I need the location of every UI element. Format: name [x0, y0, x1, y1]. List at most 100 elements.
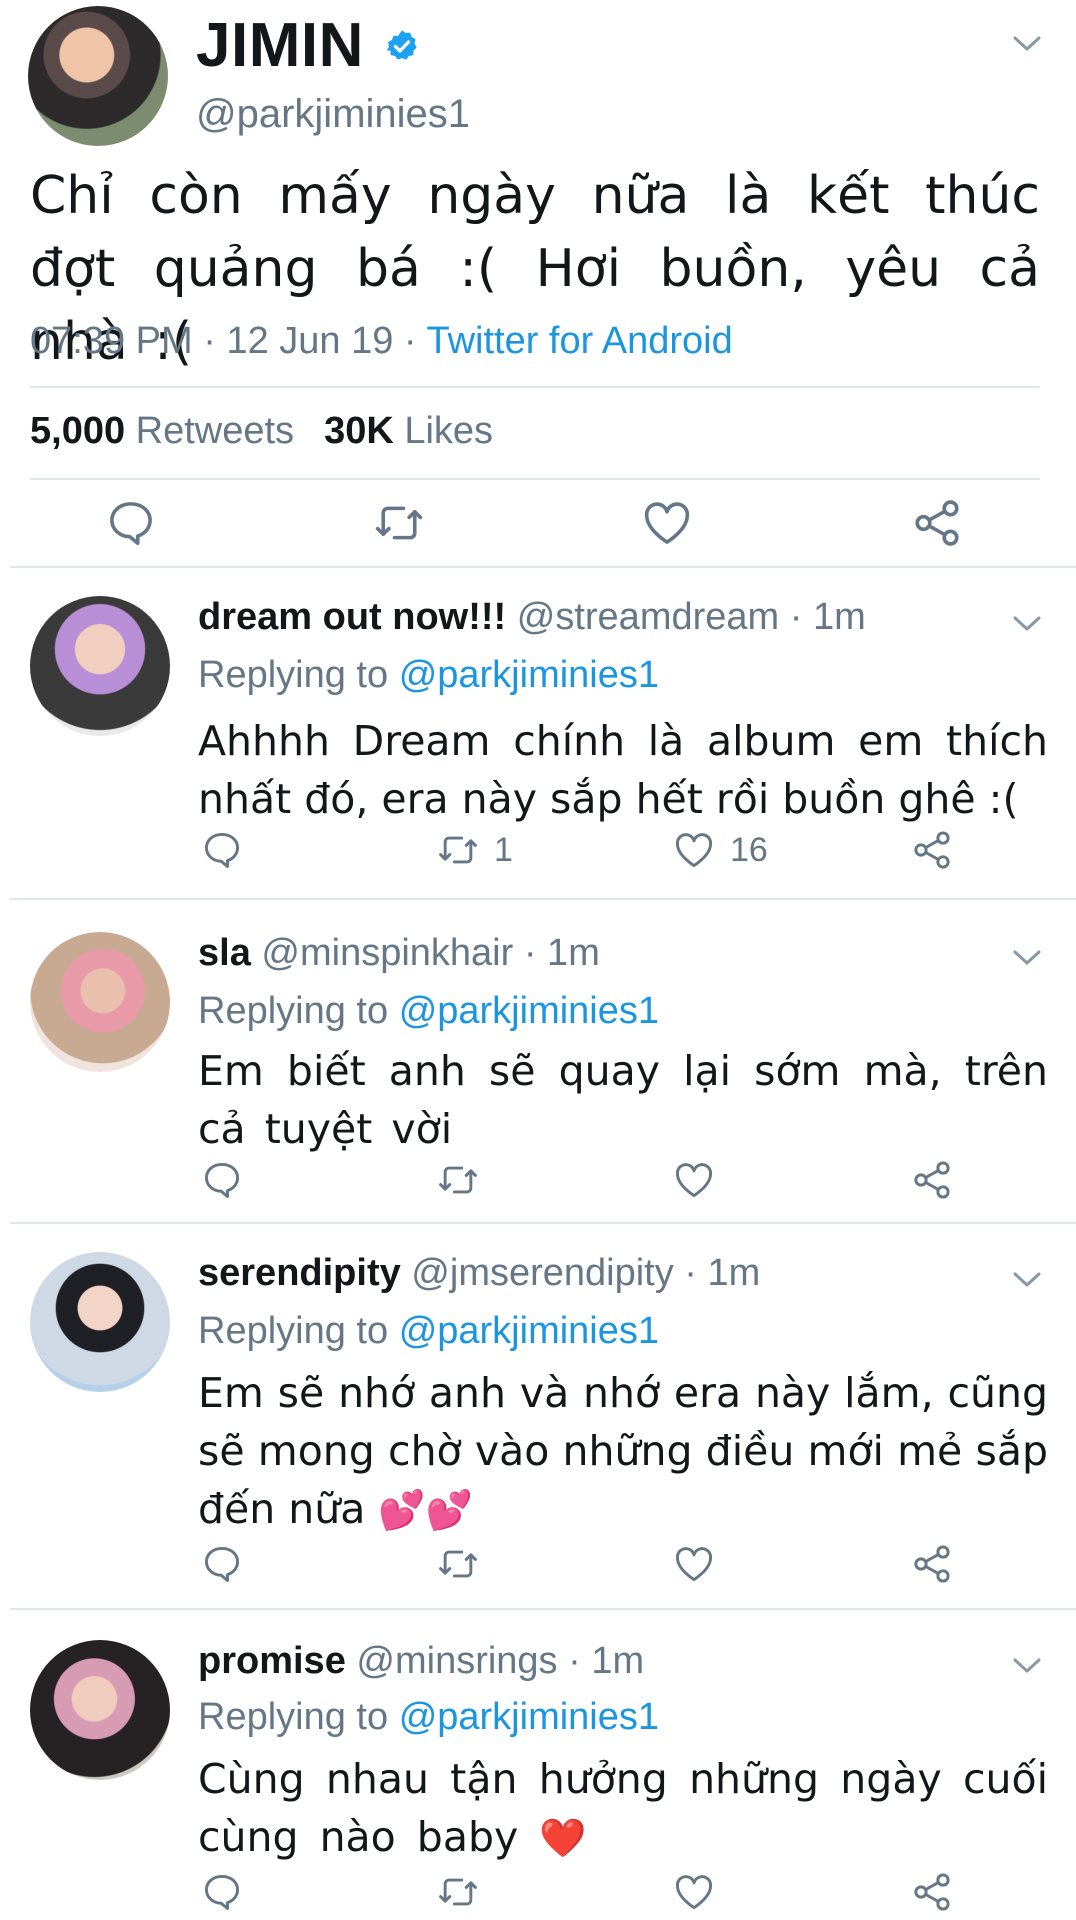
- avatar[interactable]: [30, 1252, 170, 1392]
- reply-author-handle[interactable]: @minsrings: [356, 1640, 557, 1682]
- reply-actions: [198, 1158, 1058, 1208]
- reply-button[interactable]: [200, 828, 244, 872]
- reply-time: · 1m: [684, 1252, 761, 1294]
- reply-time: · 1m: [523, 932, 600, 974]
- tweet-stats: 5,000 Retweets 30K Likes: [30, 410, 493, 453]
- likes-label: Likes: [404, 410, 494, 452]
- likes-count: 30K: [324, 410, 394, 452]
- tweet-source-link[interactable]: Twitter for Android: [426, 320, 732, 362]
- share-button[interactable]: [910, 1870, 954, 1914]
- share-button[interactable]: [910, 1542, 954, 1586]
- avatar[interactable]: [30, 1640, 170, 1780]
- reply-author-name[interactable]: dream out now!!!: [198, 596, 506, 638]
- reply-author-handle[interactable]: @jmserendipity: [411, 1252, 673, 1294]
- reply-header: promise @minsrings · 1m: [198, 1640, 644, 1683]
- reply-tweet[interactable]: promise @minsrings · 1m Replying to @par…: [0, 1626, 1076, 1920]
- replying-to-label: Replying to: [198, 990, 389, 1032]
- retweets-count: 5,000: [30, 410, 126, 452]
- replying-to: Replying to @parkjiminies1: [198, 1696, 659, 1739]
- reply-author-handle[interactable]: @streamdream: [517, 596, 779, 638]
- divider: [30, 386, 1040, 388]
- reply-icon: [204, 1874, 240, 1910]
- retweet-icon: [439, 1166, 477, 1194]
- reply-text-body: Cùng nhau tận hưởng những ngày cuối cùng…: [198, 1755, 1048, 1861]
- reply-author-name[interactable]: promise: [198, 1640, 346, 1682]
- retweets-stat[interactable]: 5,000 Retweets: [30, 410, 294, 452]
- retweet-button[interactable]: [436, 1158, 494, 1202]
- replying-to-label: Replying to: [198, 1696, 389, 1738]
- retweet-icon: [439, 836, 477, 864]
- retweet-count: 1: [494, 830, 513, 869]
- reply-tweet[interactable]: serendipity @jmserendipity · 1m Replying…: [0, 1240, 1076, 1600]
- heart-emoji: 💕💕: [378, 1488, 474, 1532]
- reply-actions: [198, 1542, 1058, 1592]
- reply-icon: [204, 1546, 240, 1582]
- retweet-button[interactable]: [436, 1542, 494, 1586]
- share-icon: [914, 1545, 950, 1583]
- chevron-down-icon[interactable]: [1012, 1270, 1042, 1290]
- reply-tweet[interactable]: sla @minspinkhair · 1m Replying to @park…: [0, 918, 1076, 1218]
- reply-button[interactable]: [200, 1870, 244, 1914]
- chevron-down-icon[interactable]: [1012, 34, 1042, 54]
- reply-tweet[interactable]: dream out now!!! @streamdream · 1m Reply…: [0, 586, 1076, 896]
- share-button[interactable]: [910, 1158, 954, 1202]
- chevron-down-icon[interactable]: [1012, 614, 1042, 634]
- like-button[interactable]: [672, 1870, 730, 1914]
- replying-to: Replying to @parkjiminies1: [198, 990, 659, 1033]
- reply-text: Ahhhh Dream chính là album em thích nhất…: [198, 717, 1048, 823]
- divider: [10, 1222, 1076, 1224]
- reply-icon: [204, 1162, 240, 1198]
- chevron-down-icon[interactable]: [1012, 948, 1042, 968]
- reply-actions: [198, 1870, 1058, 1920]
- tweet-time: 07:39 PM: [30, 320, 193, 362]
- tweet-author-name[interactable]: JIMIN: [196, 10, 364, 81]
- retweet-button[interactable]: 1: [436, 828, 513, 872]
- replying-to-mention[interactable]: @parkjiminies1: [399, 654, 659, 696]
- heart-emoji: ❤️: [539, 1816, 587, 1860]
- like-icon: [676, 1875, 712, 1910]
- replying-to-mention[interactable]: @parkjiminies1: [399, 1310, 659, 1352]
- avatar[interactable]: [30, 932, 170, 1072]
- reply-text: Em sẽ nhớ anh và nhớ era này lắm, cũng s…: [198, 1364, 1048, 1539]
- avatar[interactable]: [28, 6, 168, 146]
- reply-text: Em biết anh sẽ quay lại sớm mà, trên cả …: [198, 1047, 1048, 1153]
- main-tweet-actions: [0, 490, 1076, 560]
- verified-badge-icon: [386, 30, 417, 60]
- reply-author-name[interactable]: serendipity: [198, 1252, 401, 1294]
- avatar[interactable]: [30, 596, 170, 736]
- tweet-metadata: 07:39 PM · 12 Jun 19 · Twitter for Andro…: [30, 320, 733, 363]
- tweet-thread: JIMIN @parkjiminies1 Chỉ còn mấy ngày nữ…: [0, 0, 1076, 1920]
- reply-author-handle[interactable]: @minspinkhair: [261, 932, 513, 974]
- reply-button[interactable]: [200, 1158, 244, 1202]
- divider: [10, 1608, 1076, 1610]
- reply-author-name[interactable]: sla: [198, 932, 251, 974]
- retweet-icon: [439, 1878, 477, 1906]
- like-button[interactable]: 16: [672, 828, 768, 872]
- meta-separator: ·: [192, 320, 227, 362]
- likes-stat[interactable]: 30K Likes: [324, 410, 493, 452]
- like-icon[interactable]: [640, 496, 694, 550]
- meta-separator: ·: [393, 320, 427, 362]
- replying-to-mention[interactable]: @parkjiminies1: [399, 1696, 659, 1738]
- chevron-down-icon[interactable]: [1012, 1656, 1042, 1676]
- divider: [10, 898, 1076, 900]
- like-button[interactable]: [672, 1158, 730, 1202]
- reply-header: dream out now!!! @streamdream · 1m: [198, 596, 866, 639]
- retweet-button[interactable]: [436, 1870, 494, 1914]
- share-icon: [914, 831, 950, 869]
- like-icon: [676, 1163, 712, 1198]
- reply-text-body: Em sẽ nhớ anh và nhớ era này lắm, cũng s…: [198, 1369, 1048, 1533]
- reply-header: sla @minspinkhair · 1m: [198, 932, 600, 975]
- like-icon: [676, 1547, 712, 1582]
- reply-actions: 1 16: [198, 828, 1058, 878]
- tweet-author-handle[interactable]: @parkjiminies1: [196, 92, 470, 137]
- reply-icon[interactable]: [104, 496, 158, 550]
- share-button[interactable]: [910, 828, 954, 872]
- replying-to-mention[interactable]: @parkjiminies1: [399, 990, 659, 1032]
- share-icon[interactable]: [910, 496, 964, 550]
- reply-button[interactable]: [200, 1542, 244, 1586]
- replying-to-label: Replying to: [198, 1310, 389, 1352]
- like-button[interactable]: [672, 1542, 730, 1586]
- retweet-icon[interactable]: [372, 496, 426, 550]
- replying-to: Replying to @parkjiminies1: [198, 654, 659, 697]
